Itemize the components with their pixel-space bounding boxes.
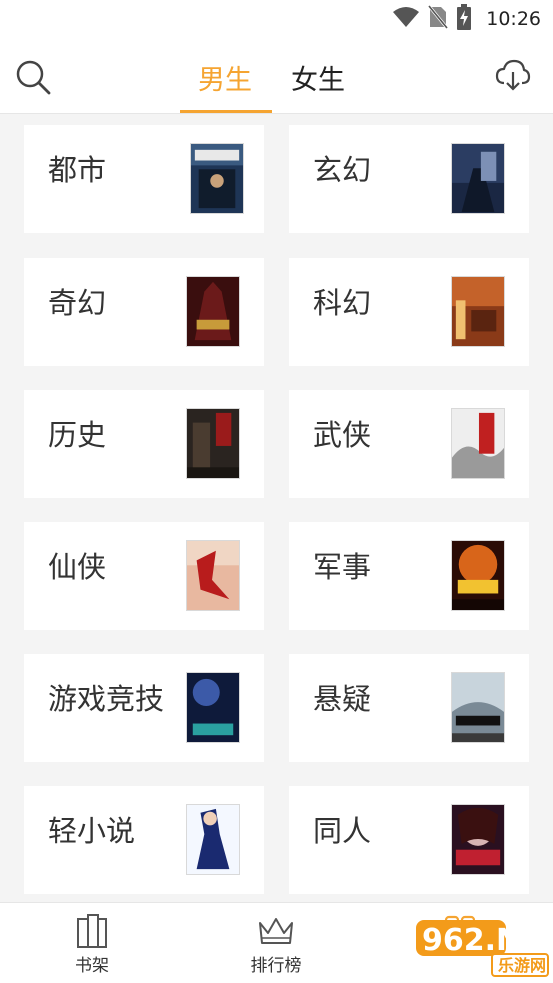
nav-ranking[interactable]: 排行榜: [236, 913, 316, 979]
tab-male[interactable]: 男生: [198, 58, 252, 97]
status-time: 10:26: [486, 8, 541, 30]
book-cover-image: [190, 143, 244, 214]
nav-label: 排行榜: [250, 956, 302, 976]
category-card-kehuan[interactable]: 科幻: [289, 258, 529, 366]
category-label: 同人: [313, 814, 372, 848]
crown-icon: [259, 918, 293, 944]
book-cover-image: [186, 540, 240, 611]
header: 男生 女生: [0, 38, 553, 114]
battery-charging-icon: [456, 4, 472, 34]
category-card-wuxia[interactable]: 武侠: [289, 390, 529, 498]
category-label: 游戏竞技: [48, 682, 165, 716]
category-card-xuanhuan[interactable]: 玄幻: [289, 125, 529, 233]
category-card-junshi[interactable]: 军事: [289, 522, 529, 630]
search-button[interactable]: [14, 58, 52, 96]
tab-female[interactable]: 女生: [291, 58, 345, 97]
category-label: 仙侠: [48, 550, 107, 584]
category-label: 奇幻: [48, 286, 107, 320]
category-label: 历史: [48, 418, 107, 452]
category-label: 悬疑: [313, 682, 372, 716]
category-card-lishi[interactable]: 历史: [24, 390, 264, 498]
nav-bookshelf[interactable]: 书架: [52, 913, 132, 979]
category-card-xuanyi[interactable]: 悬疑: [289, 654, 529, 762]
active-tab-indicator: [180, 110, 272, 113]
book-cover-image: [186, 804, 240, 875]
category-label: 轻小说: [48, 814, 136, 848]
book-cover-image: [451, 804, 505, 875]
watermark-text-bottom: 乐游网: [498, 956, 546, 975]
category-label: 都市: [48, 153, 107, 187]
category-card-dushi[interactable]: 都市: [24, 125, 264, 233]
category-label: 武侠: [313, 418, 372, 452]
nav-label: 书架: [75, 956, 109, 976]
bookshelf-icon: [77, 914, 107, 948]
category-card-youxijingji[interactable]: 游戏竞技: [24, 654, 264, 762]
category-card-tongren[interactable]: 同人: [289, 786, 529, 894]
category-card-xianxia[interactable]: 仙侠: [24, 522, 264, 630]
book-cover-image: [451, 540, 505, 611]
book-cover-image: [451, 672, 505, 743]
wifi-icon: [392, 6, 420, 32]
download-button[interactable]: [495, 58, 531, 94]
category-label: 科幻: [313, 286, 372, 320]
no-sim-icon: [428, 5, 449, 33]
category-label: 军事: [313, 550, 372, 584]
category-grid: 都市 玄幻 奇幻 科幻 历史 武侠 仙侠 军事 游戏竞技 悬疑 轻小说 同人: [0, 114, 553, 902]
status-icons: 10:26: [392, 4, 541, 34]
book-cover-image: [186, 408, 240, 479]
cloud-download-icon: [495, 59, 531, 91]
search-icon: [16, 60, 51, 95]
book-cover-image: [451, 276, 505, 347]
watermark-logo: 962.NET 乐游网: [414, 914, 553, 978]
book-cover-image: [451, 143, 505, 214]
status-bar: 10:26: [0, 0, 553, 38]
category-card-qihuan[interactable]: 奇幻: [24, 258, 264, 366]
book-cover-image: [186, 276, 240, 347]
category-card-qingxiaoshuo[interactable]: 轻小说: [24, 786, 264, 894]
category-label: 玄幻: [313, 153, 372, 187]
book-cover-image: [451, 408, 505, 479]
watermark-text-top: 962.NET: [422, 923, 550, 958]
book-cover-image: [186, 672, 240, 743]
